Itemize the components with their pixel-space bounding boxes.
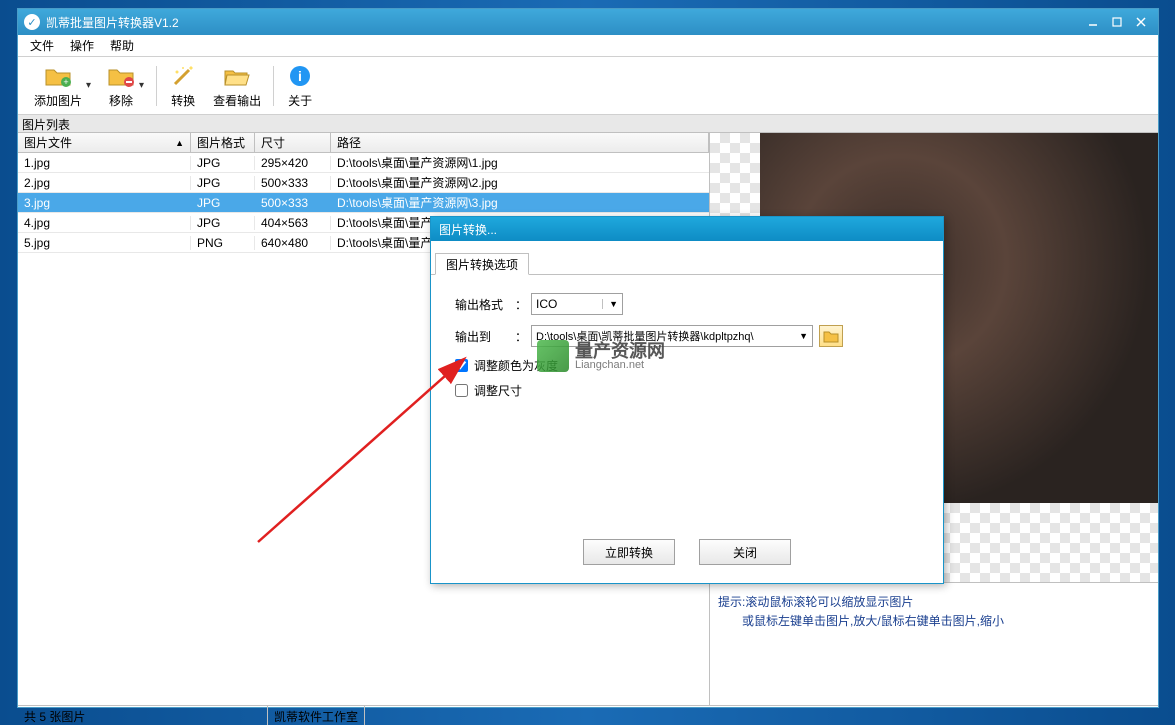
cell-format: PNG <box>191 236 255 250</box>
cell-size: 500×333 <box>255 176 331 190</box>
about-label: 关于 <box>288 92 312 109</box>
resize-checkbox[interactable] <box>455 384 468 397</box>
col-file[interactable]: 图片文件▲ <box>18 133 191 152</box>
toolbar: + 添加图片 ▾ 移除 ▾ 转换 查看输 <box>18 57 1158 115</box>
cell-file: 3.jpg <box>18 196 191 210</box>
table-row[interactable]: 2.jpgJPG500×333D:\tools\桌面\量产资源网\2.jpg <box>18 173 709 193</box>
folder-open-icon <box>223 62 251 90</box>
cell-format: JPG <box>191 176 255 190</box>
app-icon: ✓ <box>24 14 40 30</box>
col-path[interactable]: 路径 <box>331 133 709 152</box>
col-size[interactable]: 尺寸 <box>255 133 331 152</box>
folder-icon <box>823 329 839 343</box>
resize-label: 调整尺寸 <box>474 382 522 399</box>
maximize-button[interactable] <box>1106 14 1128 30</box>
info-icon: i <box>286 62 314 90</box>
watermark-logo-icon <box>537 340 569 372</box>
about-button[interactable]: i 关于 <box>278 60 322 111</box>
cell-path: D:\tools\桌面\量产资源网\1.jpg <box>331 154 709 171</box>
cell-file: 5.jpg <box>18 236 191 250</box>
hint-line1: 提示:滚动鼠标滚轮可以缩放显示图片 <box>718 593 1150 612</box>
sort-arrow-icon: ▲ <box>175 138 184 148</box>
dialog-title: 图片转换... <box>431 217 943 241</box>
add-image-label: 添加图片 <box>34 92 82 109</box>
browse-button[interactable] <box>819 325 843 347</box>
table-header: 图片文件▲ 图片格式 尺寸 路径 <box>18 133 709 153</box>
folder-add-icon: + <box>44 62 72 90</box>
menubar: 文件 操作 帮助 <box>18 35 1158 57</box>
menu-help[interactable]: 帮助 <box>102 35 142 56</box>
toolbar-separator <box>273 66 274 106</box>
folder-remove-icon <box>107 62 135 90</box>
wand-icon <box>169 62 197 90</box>
cell-size: 640×480 <box>255 236 331 250</box>
svg-text:+: + <box>63 77 68 87</box>
cell-format: JPG <box>191 216 255 230</box>
titlebar: ✓ 凯蒂批量图片转换器V1.2 <box>18 9 1158 35</box>
menu-file[interactable]: 文件 <box>22 35 62 56</box>
view-output-label: 查看输出 <box>213 92 261 109</box>
tab-convert-options[interactable]: 图片转换选项 <box>435 253 529 275</box>
close-button[interactable] <box>1130 14 1152 30</box>
minimize-button[interactable] <box>1082 14 1104 30</box>
output-dir-label: 输出到 <box>455 328 515 345</box>
add-image-button[interactable]: + 添加图片 ▾ <box>26 60 99 111</box>
hint-line2: 或鼠标左键单击图片,放大/鼠标右键单击图片,缩小 <box>718 612 1150 631</box>
list-panel-title: 图片列表 <box>18 115 1158 133</box>
remove-button[interactable]: 移除 ▾ <box>99 60 152 111</box>
output-format-select[interactable]: ICO ▼ <box>531 293 623 315</box>
svg-text:i: i <box>298 68 302 84</box>
cell-file: 1.jpg <box>18 156 191 170</box>
cell-path: D:\tools\桌面\量产资源网\2.jpg <box>331 174 709 191</box>
cell-size: 295×420 <box>255 156 331 170</box>
status-count: 共 5 张图片 <box>18 706 268 725</box>
grayscale-checkbox[interactable] <box>455 359 468 372</box>
cell-format: JPG <box>191 196 255 210</box>
status-vendor: 凯蒂软件工作室 <box>268 706 365 725</box>
remove-label: 移除 <box>109 92 133 109</box>
preview-hint: 提示:滚动鼠标滚轮可以缩放显示图片 或鼠标左键单击图片,放大/鼠标右键单击图片,… <box>710 583 1158 641</box>
close-dialog-button[interactable]: 关闭 <box>699 539 791 565</box>
dialog-tabstrip: 图片转换选项 <box>431 247 943 275</box>
dialog-footer: 立即转换 关闭 <box>431 525 943 583</box>
col-format[interactable]: 图片格式 <box>191 133 255 152</box>
cell-size: 404×563 <box>255 216 331 230</box>
chevron-down-icon: ▼ <box>799 331 808 341</box>
dropdown-arrow-icon: ▾ <box>86 80 91 91</box>
menu-action[interactable]: 操作 <box>62 35 102 56</box>
toolbar-separator <box>156 66 157 106</box>
watermark: 量产资源网 Liangchan.net <box>537 340 665 372</box>
window-title: 凯蒂批量图片转换器V1.2 <box>46 14 1080 31</box>
cell-format: JPG <box>191 156 255 170</box>
table-row[interactable]: 3.jpgJPG500×333D:\tools\桌面\量产资源网\3.jpg <box>18 193 709 213</box>
output-format-label: 输出格式 <box>455 296 515 313</box>
watermark-cn: 量产资源网 <box>575 342 665 360</box>
convert-dialog: 图片转换... 图片转换选项 输出格式 ： ICO ▼ 输出到 ： D:\too… <box>430 216 944 584</box>
cell-path: D:\tools\桌面\量产资源网\3.jpg <box>331 194 709 211</box>
cell-file: 2.jpg <box>18 176 191 190</box>
statusbar: 共 5 张图片 凯蒂软件工作室 <box>18 705 1158 725</box>
convert-now-button[interactable]: 立即转换 <box>583 539 675 565</box>
cell-file: 4.jpg <box>18 216 191 230</box>
table-row[interactable]: 1.jpgJPG295×420D:\tools\桌面\量产资源网\1.jpg <box>18 153 709 173</box>
chevron-down-icon: ▼ <box>602 299 618 309</box>
output-format-value: ICO <box>536 297 557 311</box>
convert-label: 转换 <box>171 92 195 109</box>
dialog-body: 输出格式 ： ICO ▼ 输出到 ： D:\tools\桌面\凯蒂批量图片转换器… <box>431 275 943 525</box>
cell-size: 500×333 <box>255 196 331 210</box>
convert-button[interactable]: 转换 <box>161 60 205 111</box>
watermark-en: Liangchan.net <box>575 360 665 371</box>
dropdown-arrow-icon: ▾ <box>139 80 144 91</box>
view-output-button[interactable]: 查看输出 <box>205 60 269 111</box>
